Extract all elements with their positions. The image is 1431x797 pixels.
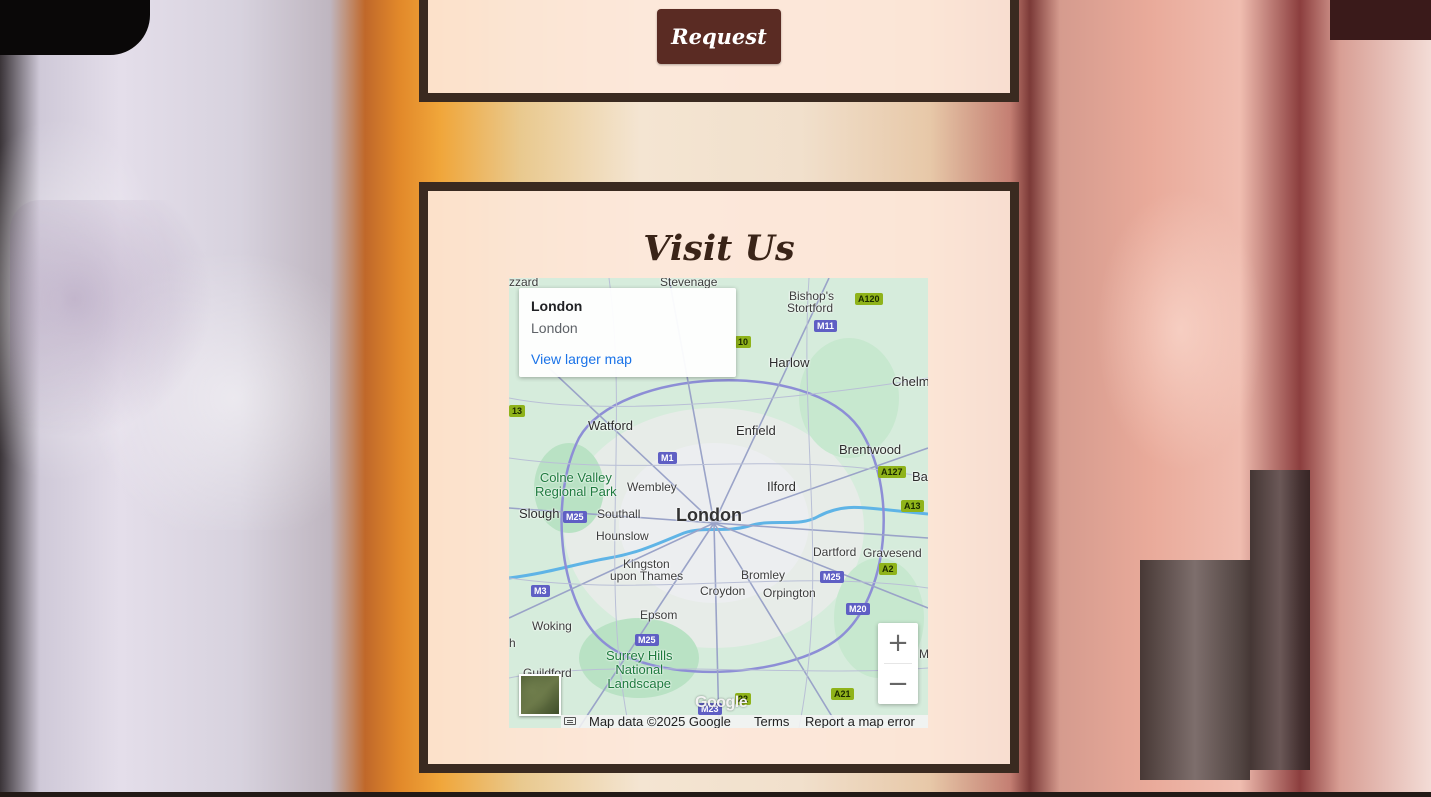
- map-label-dartford: Dartford: [813, 545, 857, 559]
- map-label-harlow: Harlow: [769, 355, 810, 370]
- map-label-upon-thames: upon Thames: [610, 569, 684, 583]
- map-label-southall: Southall: [597, 507, 641, 521]
- map-label-surrey-hills-line3: Landscape: [607, 676, 672, 691]
- map-info-card: London London View larger map: [519, 288, 736, 377]
- bottom-edge-bar: [0, 792, 1431, 797]
- map-label-surrey-hills-line2: National: [615, 662, 664, 677]
- background-bottle-cap-right: [1330, 0, 1431, 40]
- road-shield-a2: A2: [879, 563, 897, 575]
- map-label-croydon: Croydon: [700, 584, 746, 598]
- map-label-basildon: Bas: [912, 469, 928, 484]
- map-label-epsom: Epsom: [640, 608, 678, 622]
- visit-us-panel: Visit Us zzard Stevenage Bishop's Stortf…: [419, 182, 1019, 773]
- map-label-chelmsford: Chelm: [892, 374, 928, 389]
- satellite-view-toggle[interactable]: [519, 674, 561, 716]
- view-larger-map-link[interactable]: View larger map: [531, 351, 632, 367]
- visit-us-heading: Visit Us: [643, 228, 795, 269]
- road-shield-a413: 13: [509, 405, 526, 417]
- map-label-gravesend: Gravesend: [863, 546, 922, 560]
- request-button[interactable]: Request: [657, 9, 781, 64]
- map-label-slough: Slough: [519, 506, 560, 521]
- road-shield-m25-south: M25: [635, 634, 659, 646]
- background-bottle-cap: [0, 0, 150, 55]
- map-data-credit: Map data ©2025 Google: [589, 714, 731, 728]
- map-label-enfield: Enfield: [736, 423, 776, 438]
- road-shield-m25-west: M25: [563, 511, 587, 523]
- map-label-edge-h: h: [509, 636, 516, 650]
- report-map-error-link[interactable]: Report a map error: [805, 715, 915, 728]
- background-glitter-bottle: [10, 200, 330, 530]
- road-shield-a120: A120: [855, 293, 883, 305]
- map-zoom-controls: + −: [878, 623, 918, 704]
- info-card-subtitle: London: [531, 320, 578, 336]
- map-label-orpington: Orpington: [763, 586, 816, 600]
- road-shield-a127: A127: [878, 466, 906, 478]
- road-shield-a21: A21: [831, 688, 854, 700]
- map-label-brentwood: Brentwood: [839, 442, 902, 457]
- map-label-edge-m: M: [919, 647, 928, 661]
- road-shield-a10: 10: [735, 336, 752, 348]
- map-label-woking: Woking: [532, 619, 572, 633]
- map-label-hounslow: Hounslow: [596, 529, 649, 543]
- google-logo: Google: [695, 694, 748, 711]
- zoom-in-button[interactable]: +: [878, 623, 918, 663]
- zoom-out-button[interactable]: −: [878, 664, 918, 704]
- background-bottle-cap-dark-2: [1250, 470, 1310, 770]
- map-label-wembley: Wembley: [627, 480, 677, 494]
- road-shield-m3: M3: [531, 585, 550, 597]
- map-label-surrey-hills-line1: Surrey Hills: [606, 648, 673, 663]
- road-shield-m1: M1: [658, 452, 677, 464]
- map-label-watford: Watford: [588, 418, 634, 433]
- road-shield-m25-east: M25: [820, 571, 844, 583]
- map-label-stortford: Stortford: [787, 301, 834, 315]
- road-shield-m20: M20: [846, 603, 870, 615]
- road-shield-m11: M11: [814, 320, 838, 332]
- map-label-colne-valley-line2: Regional Park: [535, 484, 617, 499]
- request-panel: Request: [419, 0, 1019, 102]
- google-map-embed[interactable]: zzard Stevenage Bishop's Stortford Harlo…: [509, 278, 928, 728]
- map-label-london: London: [676, 505, 742, 525]
- map-label-ilford: Ilford: [767, 479, 796, 494]
- map-label-colne-valley: Colne Valley Regional Park: [535, 471, 617, 499]
- map-label-surrey-hills: Surrey Hills National Landscape: [606, 649, 672, 691]
- background-bottle-cap-dark: [1140, 560, 1250, 780]
- road-shield-a13: A13: [901, 500, 924, 512]
- map-label-bromley: Bromley: [741, 568, 786, 582]
- map-label-colne-valley-line1: Colne Valley: [539, 470, 612, 485]
- map-attribution-bar: Map data ©2025 Google Terms Report a map…: [561, 715, 928, 728]
- terms-link[interactable]: Terms: [754, 715, 789, 728]
- keyboard-shortcuts-icon[interactable]: [564, 717, 576, 725]
- info-card-title: London: [531, 298, 583, 314]
